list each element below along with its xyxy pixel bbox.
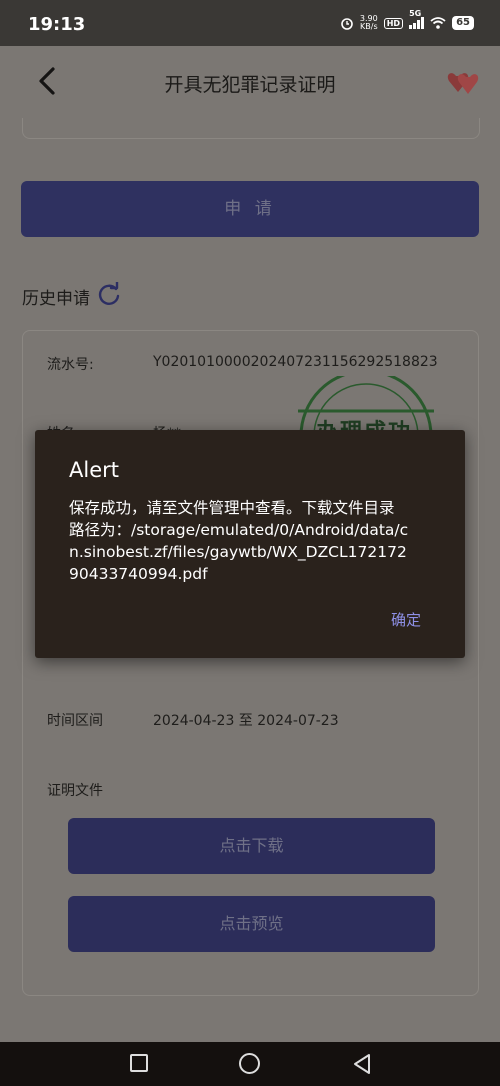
period-label: 时间区间 [47, 713, 103, 729]
alert-dialog: Alert 保存成功，请至文件管理中查看。下载文件目录路径为：/storage/… [35, 430, 465, 658]
success-stamp: 办理成功 [296, 376, 436, 436]
status-bar: 19:13 3.90 KB/s HD 5G 65 [0, 0, 500, 46]
favorite-hearts-icon[interactable] [446, 68, 482, 98]
status-icons: 3.90 KB/s HD 5G 65 [340, 9, 474, 31]
nav-back-icon[interactable] [352, 1053, 372, 1075]
net-speed: 3.90 KB/s [360, 15, 378, 31]
status-time: 19:13 [28, 14, 86, 35]
signal-icon: 5G [409, 9, 425, 29]
alert-ok-button[interactable]: 确定 [391, 609, 421, 630]
system-nav-bar [0, 1042, 500, 1086]
apply-button[interactable]: 申 请 [21, 181, 479, 237]
hd-icon: HD [383, 17, 404, 29]
refresh-icon[interactable] [97, 282, 121, 306]
app-header: 开具无犯罪记录证明 [0, 46, 500, 118]
alert-title: Alert [69, 458, 119, 482]
serial-label: 流水号: [47, 357, 94, 373]
alert-message: 保存成功，请至文件管理中查看。下载文件目录路径为：/storage/emulat… [69, 499, 409, 583]
page-title: 开具无犯罪记录证明 [164, 74, 336, 96]
alarm-icon [341, 18, 353, 30]
recents-icon[interactable] [130, 1054, 148, 1072]
preview-button[interactable]: 点击预览 [68, 896, 435, 952]
download-button[interactable]: 点击下载 [68, 818, 435, 874]
net-speed-unit: KB/s [360, 22, 378, 31]
battery-icon: 65 [452, 16, 474, 30]
file-label: 证明文件 [47, 783, 103, 799]
period-value: 2024-04-23 至 2024-07-23 [153, 713, 339, 729]
network-type: 5G [409, 9, 422, 18]
home-icon[interactable] [239, 1053, 260, 1074]
history-title: 历史申请 [22, 289, 90, 309]
wifi-icon [430, 17, 446, 29]
form-card-bottom [22, 118, 480, 139]
serial-value: Y0201010000202407231156292518823 [153, 354, 438, 370]
